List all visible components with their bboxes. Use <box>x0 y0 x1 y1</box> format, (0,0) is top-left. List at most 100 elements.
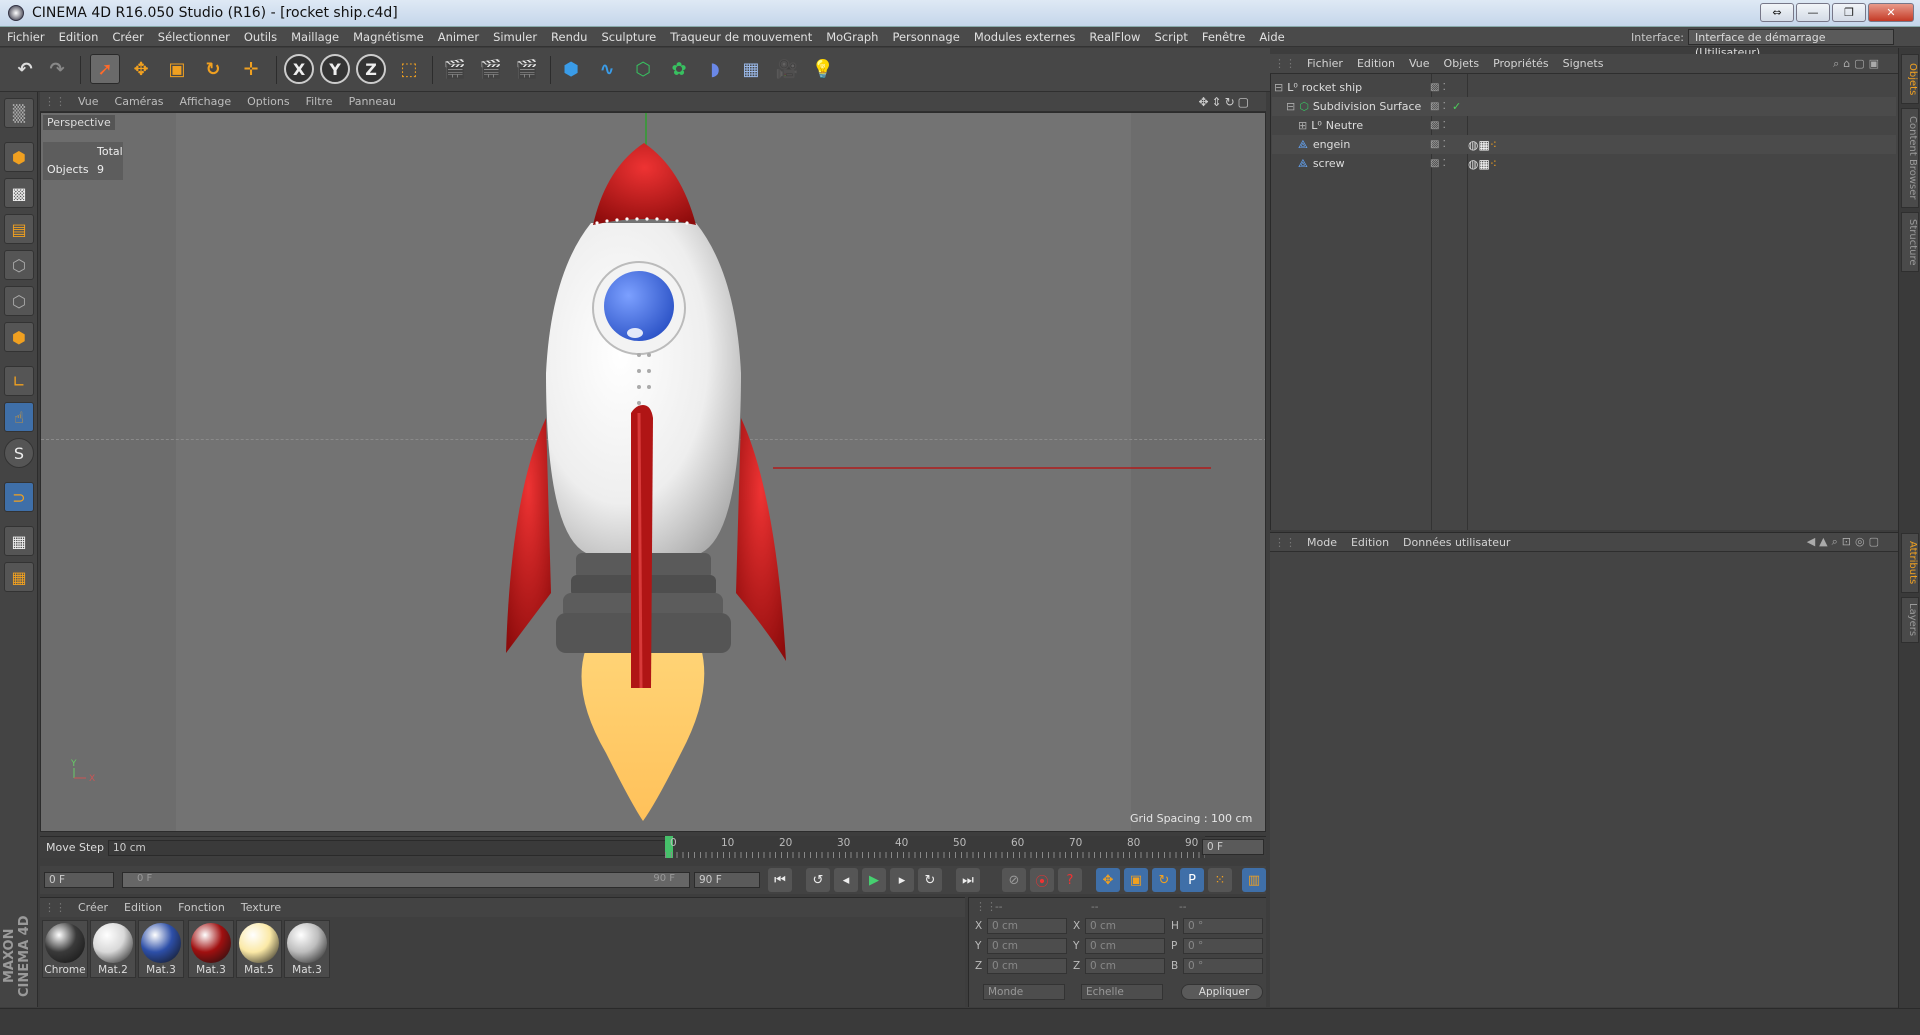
menu-selectionner[interactable]: Sélectionner <box>151 30 237 44</box>
spline-icon[interactable]: ∿ <box>592 54 622 84</box>
move-tool-icon[interactable]: ✥ <box>126 54 156 84</box>
scale-tool-icon[interactable]: ▣ <box>162 54 192 84</box>
rotation-h-field[interactable]: 0 ° <box>1183 918 1263 934</box>
undo-icon[interactable]: ↶ <box>10 54 40 84</box>
mograph-cloner-icon[interactable]: ✿ <box>664 54 694 84</box>
object-row-subdivision-surface[interactable]: ⊟ ⬡ Subdivision Surface ▨ ⁚ ✓ <box>1272 97 1896 116</box>
preview-range-slider[interactable]: 0 F 90 F <box>122 872 690 888</box>
record-keys-icon[interactable]: ⊘ <box>1002 868 1026 892</box>
keyframe-selection-icon[interactable]: ? <box>1058 868 1082 892</box>
menu-realflow[interactable]: RealFlow <box>1082 30 1147 44</box>
material-swatch[interactable]: Mat.2 <box>90 920 136 978</box>
material-tags-icon[interactable]: ◍▦⁖ <box>1468 138 1497 152</box>
visibility-toggle-icon[interactable]: ▨ ⁚ <box>1430 120 1446 131</box>
menu-magnetisme[interactable]: Magnétisme <box>346 30 431 44</box>
move-step-field[interactable]: 10 cm <box>108 840 698 856</box>
viewport-menu-vue[interactable]: Vue <box>70 95 107 108</box>
render-view-icon[interactable]: 🎬 <box>440 54 470 84</box>
edges-mode-icon[interactable]: ⬡ <box>4 286 34 316</box>
material-menu-creer[interactable]: Créer <box>70 901 116 914</box>
restore-small-button[interactable]: ⇔ <box>1760 3 1794 22</box>
material-swatch[interactable]: Mat.5 <box>236 920 282 978</box>
key-scale-icon[interactable]: ▣ <box>1124 868 1148 892</box>
texture-mode-icon[interactable]: ▩ <box>4 178 34 208</box>
viewport-navigation-icons[interactable]: ✥⇕↻▢ <box>1190 95 1260 109</box>
start-frame-field[interactable]: 0 F <box>44 872 114 888</box>
redo-icon[interactable]: ↷ <box>42 54 72 84</box>
model-mode-icon[interactable]: ⬢ <box>4 142 34 172</box>
viewport-menu-cameras[interactable]: Caméras <box>107 95 172 108</box>
floor-object-icon[interactable]: ▦ <box>736 54 766 84</box>
menu-traqueur[interactable]: Traqueur de mouvement <box>663 30 819 44</box>
material-swatch[interactable]: Chrome <box>42 920 88 978</box>
menu-fichier[interactable]: Fichier <box>0 30 52 44</box>
apply-button[interactable]: Appliquer <box>1181 984 1263 1000</box>
coordinate-mode-select[interactable]: Echelle <box>1081 984 1163 1000</box>
goto-start-icon[interactable]: ⏮ <box>768 868 792 892</box>
viewport-menu-affichage[interactable]: Affichage <box>171 95 239 108</box>
workplane-mode-icon[interactable]: ▤ <box>4 214 34 244</box>
menu-animer[interactable]: Animer <box>431 30 486 44</box>
size-x-field[interactable]: 0 cm <box>1085 918 1165 934</box>
interface-select[interactable]: Interface de démarrage (Utilisateur) <box>1688 29 1894 59</box>
timeline-ruler[interactable]: 0 10 20 30 40 50 60 70 80 90 <box>665 836 1205 858</box>
object-row-neutre[interactable]: ⊞ L⁰ Neutre ▨ ⁚ <box>1272 116 1896 135</box>
visibility-toggle-icon[interactable]: ▨ ⁚ <box>1430 82 1446 93</box>
close-button[interactable]: ✕ <box>1868 3 1914 22</box>
size-z-field[interactable]: 0 cm <box>1085 958 1165 974</box>
object-manager-nav-icons[interactable]: ⌕⌂▢▣ <box>1826 57 1890 71</box>
make-editable-icon[interactable]: ▒ <box>4 98 34 128</box>
autokey-icon[interactable]: ⦿ <box>1030 868 1054 892</box>
rocket-ship-model[interactable]: Y X <box>41 113 1266 832</box>
deformer-icon[interactable]: ◗ <box>700 54 730 84</box>
material-menu-fonction[interactable]: Fonction <box>170 901 233 914</box>
end-frame-field[interactable]: 90 F <box>694 872 760 888</box>
viewport-menu-panneau[interactable]: Panneau <box>341 95 404 108</box>
material-swatch[interactable]: Mat.3 <box>284 920 330 978</box>
menu-outils[interactable]: Outils <box>237 30 284 44</box>
material-menu-edition[interactable]: Edition <box>116 901 170 914</box>
menu-rendu[interactable]: Rendu <box>544 30 594 44</box>
axis-mode-icon[interactable]: ∟ <box>4 366 34 396</box>
live-selection-icon[interactable]: ➚ <box>90 54 120 84</box>
light-icon[interactable]: 💡 <box>808 54 838 84</box>
position-y-field[interactable]: 0 cm <box>987 938 1067 954</box>
camera-icon[interactable]: 🎥 <box>772 54 802 84</box>
subdivision-surface-icon[interactable]: ⬡ <box>628 54 658 84</box>
attributes-menu-edition[interactable]: Edition <box>1344 536 1396 549</box>
enabled-check-icon[interactable]: ✓ <box>1452 100 1461 113</box>
workplane-lock-icon[interactable]: ▦ <box>4 562 34 592</box>
material-swatch[interactable]: Mat.3 <box>188 920 234 978</box>
coordinate-space-select[interactable]: Monde <box>983 984 1065 1000</box>
render-picture-viewer-icon[interactable]: 🎬 <box>476 54 506 84</box>
attribute-nav-icons[interactable]: ◀▲⌕⊡◎▢ <box>1800 535 1890 549</box>
menu-creer[interactable]: Créer <box>105 30 150 44</box>
material-swatch[interactable]: Mat.3 <box>138 920 184 978</box>
render-settings-icon[interactable]: 🎬 <box>512 54 542 84</box>
objects-menu-vue[interactable]: Vue <box>1402 57 1437 70</box>
size-y-field[interactable]: 0 cm <box>1085 938 1165 954</box>
cube-object-icon[interactable]: ⬢ <box>556 54 586 84</box>
rotation-p-field[interactable]: 0 ° <box>1183 938 1263 954</box>
tab-structure[interactable]: Structure <box>1901 212 1919 272</box>
key-pla-icon[interactable]: ⁙ <box>1208 868 1232 892</box>
menu-script[interactable]: Script <box>1147 30 1194 44</box>
key-rotation-icon[interactable]: ↻ <box>1152 868 1176 892</box>
viewport-camera-label[interactable]: Perspective <box>43 115 115 130</box>
object-row-rocket-ship[interactable]: ⊟ L⁰ rocket ship ▨ ⁚ <box>1272 78 1896 97</box>
tab-objets[interactable]: Objets <box>1901 54 1919 104</box>
menu-maillage[interactable]: Maillage <box>284 30 346 44</box>
tab-content-browser[interactable]: Content Browser <box>1901 108 1919 208</box>
coordinate-system-icon[interactable]: ⬚ <box>394 54 424 84</box>
menu-personnage[interactable]: Personnage <box>885 30 966 44</box>
objects-menu-edition[interactable]: Edition <box>1350 57 1402 70</box>
step-forward-icon[interactable]: ▸ <box>890 868 914 892</box>
visibility-toggle-icon[interactable]: ▨ ⁚ <box>1430 158 1446 169</box>
step-back-icon[interactable]: ◂ <box>834 868 858 892</box>
viewport-menu-filtre[interactable]: Filtre <box>298 95 341 108</box>
menu-modules-externes[interactable]: Modules externes <box>967 30 1083 44</box>
object-row-engein[interactable]: ⟁ engein ▨ ⁚ ◍▦⁖ <box>1272 135 1896 154</box>
recent-tools-icon[interactable]: ✛ <box>236 54 266 84</box>
current-frame-field[interactable]: 0 F <box>1202 839 1264 855</box>
menu-aide[interactable]: Aide <box>1252 30 1291 44</box>
